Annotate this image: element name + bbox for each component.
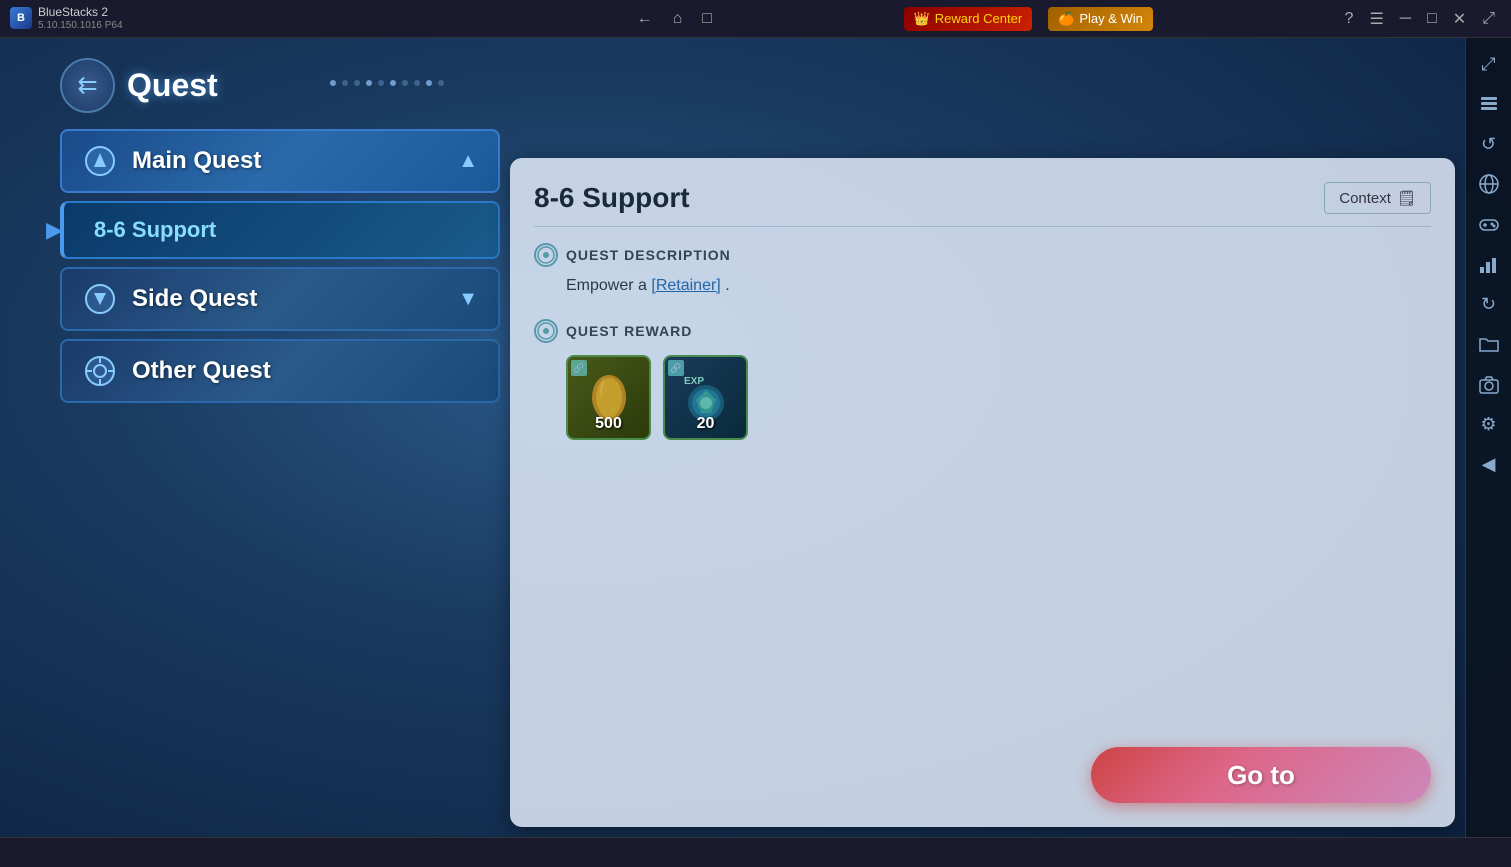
bottom-bar <box>0 837 1511 867</box>
topbar-left: B BlueStacks 2 5.10.150.1016 P64 <box>0 5 621 31</box>
controller-icon[interactable] <box>1471 206 1507 242</box>
reward-section: QUEST REWARD 🔗 500 <box>534 319 1431 440</box>
menu-btn[interactable]: ☰ <box>1363 5 1389 33</box>
play-win-btn[interactable]: 🍊 Play & Win <box>1048 7 1153 31</box>
duplicate-btn[interactable]: □ <box>696 8 718 30</box>
reward-label: Reward Center <box>935 11 1022 26</box>
topbar-nav: ← ⌂ □ <box>621 8 728 30</box>
playnwin-label: Play & Win <box>1079 11 1143 26</box>
goto-label: Go to <box>1227 760 1295 791</box>
layers-icon[interactable] <box>1471 86 1507 122</box>
folder-icon[interactable] <box>1471 326 1507 362</box>
quest-detail-panel: 8-6 Support Context 🗒 QUEST DESCRIPTION … <box>510 158 1455 827</box>
dots-decoration <box>330 80 444 86</box>
maximize-btn[interactable]: □ <box>1421 6 1443 32</box>
reward-icon: 👑 <box>914 11 930 27</box>
rotate-ccw-icon[interactable]: ↺ <box>1471 126 1507 162</box>
svg-text:EXP: EXP <box>684 376 704 387</box>
home-btn[interactable]: ⌂ <box>667 8 689 30</box>
right-sidebar: ⤢ ↺ ↻ <box>1465 38 1511 867</box>
detail-header: 8-6 Support Context 🗒 <box>534 182 1431 227</box>
quest-title: Quest <box>127 67 218 104</box>
main-quest-item[interactable]: Main Quest ▲ <box>60 129 500 193</box>
goto-button[interactable]: Go to <box>1091 747 1431 803</box>
reward-item-1: 🔗 500 <box>566 355 651 440</box>
reward-section-header: QUEST REWARD <box>534 319 1431 343</box>
retainer-link[interactable]: [Retainer] <box>651 277 720 294</box>
description-section-title: QUEST DESCRIPTION <box>566 247 731 263</box>
side-quest-icon <box>82 281 118 317</box>
other-quest-icon <box>82 353 118 389</box>
current-quest-label: 8-6 Support <box>94 217 216 243</box>
back-btn[interactable]: ← <box>631 8 659 30</box>
playnwin-icon: 🍊 <box>1058 11 1074 27</box>
side-quest-arrow: ▼ <box>458 288 478 311</box>
quest-header: ⇇ Quest <box>60 58 500 113</box>
collapse-left-icon[interactable]: ◀ <box>1471 446 1507 482</box>
fullscreen-btn[interactable]: ⤢ <box>1476 6 1501 32</box>
detail-title: 8-6 Support <box>534 182 690 214</box>
help-btn[interactable]: ? <box>1339 6 1360 32</box>
quest-menu: Main Quest ▲ ▶ 8-6 Support Side Quest ▼ <box>60 129 500 403</box>
main-quest-icon <box>82 143 118 179</box>
globe-icon[interactable] <box>1471 166 1507 202</box>
other-quest-label: Other Quest <box>132 357 271 385</box>
description-section-header: QUEST DESCRIPTION <box>534 243 1431 267</box>
settings-icon[interactable]: ⚙ <box>1471 406 1507 442</box>
refresh-icon[interactable]: ↻ <box>1471 286 1507 322</box>
context-button[interactable]: Context 🗒 <box>1324 182 1431 214</box>
quest-description-text: Empower a [Retainer] . <box>566 277 1431 295</box>
current-quest-item[interactable]: ▶ 8-6 Support <box>60 201 500 259</box>
topbar-center: 👑 Reward Center 🍊 Play & Win <box>728 7 1329 31</box>
quest-panel: ⇇ Quest Main Quest ▲ <box>60 58 500 403</box>
expand-icon[interactable]: ⤢ <box>1471 46 1507 82</box>
reward-item-2: 🔗 EXP 20 <box>663 355 748 440</box>
back-arrow-icon: ⇇ <box>77 71 97 100</box>
stats-icon[interactable] <box>1471 246 1507 282</box>
reward-center-btn[interactable]: 👑 Reward Center <box>904 7 1033 31</box>
game-area: ⇇ Quest Main Quest ▲ <box>0 38 1465 837</box>
camera-icon[interactable] <box>1471 366 1507 402</box>
reward-icon-circle <box>534 319 558 343</box>
app-title: BlueStacks 2 <box>38 5 123 19</box>
side-quest-item[interactable]: Side Quest ▼ <box>60 267 500 331</box>
minimize-btn[interactable]: ─ <box>1394 6 1417 32</box>
app-version: 5.10.150.1016 P64 <box>38 20 123 32</box>
reward-2-count: 20 <box>697 415 715 433</box>
topbar-right: ? ☰ ─ □ ✕ ⤢ <box>1329 5 1511 33</box>
context-label: Context <box>1339 190 1391 207</box>
context-icon: 🗒 <box>1397 189 1416 207</box>
main-quest-arrow: ▲ <box>458 150 478 173</box>
quest-back-button[interactable]: ⇇ <box>60 58 115 113</box>
other-quest-item[interactable]: Other Quest <box>60 339 500 403</box>
reward-items-container: 🔗 500 🔗 <box>566 355 1431 440</box>
topbar: B BlueStacks 2 5.10.150.1016 P64 ← ⌂ □ 👑… <box>0 0 1511 38</box>
close-btn[interactable]: ✕ <box>1447 5 1472 33</box>
app-icon: B <box>10 7 32 29</box>
active-arrow-icon: ▶ <box>46 217 63 243</box>
reward-section-title: QUEST REWARD <box>566 323 692 339</box>
main-quest-label: Main Quest <box>132 147 261 175</box>
description-icon <box>534 243 558 267</box>
reward-1-count: 500 <box>595 415 622 433</box>
side-quest-label: Side Quest <box>132 285 257 313</box>
